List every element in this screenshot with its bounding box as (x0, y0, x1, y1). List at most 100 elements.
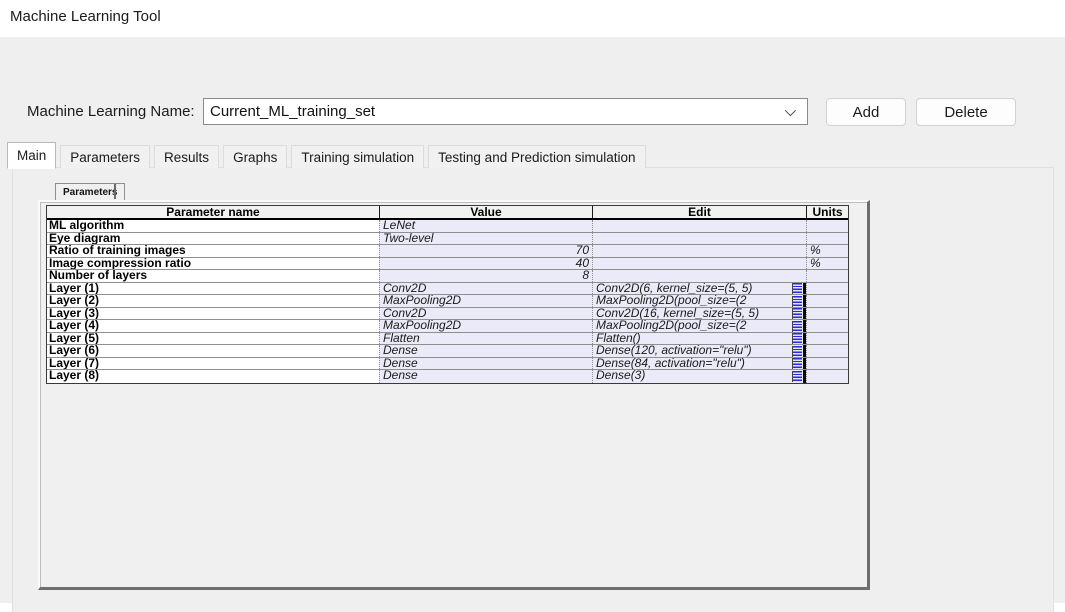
table-row[interactable]: ML algorithmLeNet (47, 220, 848, 233)
param-name-cell: Layer (8) (47, 370, 379, 383)
ml-name-label: Machine Learning Name: (27, 103, 195, 120)
edit-list-icon[interactable] (792, 371, 802, 382)
edit-list-icon[interactable] (792, 321, 802, 332)
table-row[interactable]: Layer (5)Flatten Flatten() (47, 333, 848, 346)
param-edit-cell[interactable] (592, 245, 806, 257)
param-value-cell[interactable]: Two-level (379, 233, 592, 245)
window-title: Machine Learning Tool (10, 8, 161, 25)
table-row[interactable]: Layer (4)MaxPooling2D MaxPooling2D(pool_s… (47, 320, 848, 333)
ml-name-value: Current_ML_training_set (210, 103, 375, 120)
param-units-cell (806, 333, 848, 345)
table-row[interactable]: Number of layers8 (47, 270, 848, 283)
param-name-cell: ML algorithm (47, 220, 379, 232)
param-edit-text: Dense(120, activation="relu") (596, 345, 752, 357)
edit-list-icon[interactable] (792, 346, 802, 357)
param-value-cell[interactable]: Conv2D (379, 283, 592, 295)
param-name-cell: Layer (2) (47, 295, 379, 307)
param-name-cell: Layer (3) (47, 308, 379, 320)
param-edit-cell[interactable]: Conv2D(16, kernel_size=(5, 5) (592, 308, 806, 320)
edit-list-icon[interactable] (792, 333, 802, 344)
param-value-cell[interactable]: 8 (379, 270, 592, 282)
param-name-cell: Layer (7) (47, 358, 379, 370)
table-row[interactable]: Layer (7)Dense Dense(84, activation="relu… (47, 358, 848, 371)
param-value-cell[interactable]: 40 (379, 258, 592, 270)
chevron-down-icon[interactable] (785, 105, 796, 116)
param-units-cell (806, 358, 848, 370)
param-value-cell[interactable]: Dense (379, 370, 592, 383)
param-value-cell[interactable]: Dense (379, 358, 592, 370)
param-units-cell (806, 345, 848, 357)
column-header-units[interactable]: Units (806, 206, 848, 218)
edit-list-icon[interactable] (792, 296, 802, 307)
tab-testing-prediction-simulation[interactable]: Testing and Prediction simulation (428, 145, 645, 168)
column-header-edit[interactable]: Edit (592, 206, 806, 218)
param-name-cell: Eye diagram (47, 233, 379, 245)
tab-main[interactable]: Main (7, 142, 56, 169)
param-edit-cell[interactable]: Dense(3) (592, 370, 806, 383)
param-value-cell[interactable]: Flatten (379, 333, 592, 345)
param-edit-cell[interactable]: Dense(120, activation="relu") (592, 345, 806, 357)
tab-results[interactable]: Results (154, 145, 219, 168)
param-name-cell: Layer (4) (47, 320, 379, 332)
tab-parameters[interactable]: Parameters (60, 145, 150, 168)
parameter-table-header: Parameter name Value Edit Units (47, 206, 848, 220)
param-value-cell[interactable]: 70 (379, 245, 592, 257)
parameter-table-body: ML algorithmLeNetEye diagramTwo-levelRat… (47, 220, 848, 383)
window-body: Machine Learning Name: Current_ML_traini… (0, 37, 1065, 603)
table-row[interactable]: Layer (3)Conv2DConv2D(16, kernel_size=(5… (47, 308, 848, 321)
param-value-cell[interactable]: Dense (379, 345, 592, 357)
param-edit-cell[interactable]: MaxPooling2D(pool_size=(2 (592, 320, 806, 332)
param-edit-cell[interactable]: Flatten() (592, 333, 806, 345)
param-units-cell: % (806, 245, 848, 257)
param-name-cell: Layer (1) (47, 283, 379, 295)
param-units-cell (806, 283, 848, 295)
param-edit-cell[interactable] (592, 270, 806, 282)
edit-list-icon[interactable] (792, 308, 802, 319)
param-units-cell (806, 320, 848, 332)
param-edit-text: MaxPooling2D(pool_size=(2 (596, 295, 746, 307)
tab-training-simulation[interactable]: Training simulation (291, 145, 424, 168)
inner-tab-divider (114, 184, 116, 199)
param-value-cell[interactable]: Conv2D (379, 308, 592, 320)
edit-list-icon[interactable] (792, 358, 802, 369)
param-edit-text: Dense(84, activation="relu") (596, 358, 745, 370)
param-edit-cell[interactable] (592, 220, 806, 232)
param-name-cell: Layer (5) (47, 333, 379, 345)
table-row[interactable]: Layer (8)DenseDense(3) (47, 370, 848, 383)
table-row[interactable]: Eye diagramTwo-level (47, 233, 848, 246)
param-units-cell (806, 270, 848, 282)
param-edit-text: MaxPooling2D(pool_size=(2 (596, 320, 746, 332)
param-edit-text: Flatten() (596, 333, 641, 345)
param-units-cell (806, 233, 848, 245)
column-header-value[interactable]: Value (379, 206, 592, 218)
edit-list-icon[interactable] (792, 283, 802, 294)
column-header-parameter-name[interactable]: Parameter name (47, 206, 379, 218)
table-row[interactable]: Layer (2)MaxPooling2D MaxPooling2D(pool_s… (47, 295, 848, 308)
table-row[interactable]: Layer (6)Dense Dense(120, activation="rel… (47, 345, 848, 358)
param-value-cell[interactable]: MaxPooling2D (379, 320, 592, 332)
param-edit-cell[interactable]: Dense(84, activation="relu") (592, 358, 806, 370)
param-edit-cell[interactable] (592, 258, 806, 270)
param-edit-text: Conv2D(6, kernel_size=(5, 5) (596, 283, 752, 295)
param-value-cell[interactable]: MaxPooling2D (379, 295, 592, 307)
param-units-cell (806, 308, 848, 320)
param-name-cell: Image compression ratio (47, 258, 379, 270)
add-button[interactable]: Add (826, 98, 906, 126)
param-value-cell[interactable]: LeNet (379, 220, 592, 232)
table-row[interactable]: Image compression ratio40% (47, 258, 848, 271)
param-name-cell: Ratio of training images (47, 245, 379, 257)
table-row[interactable]: Ratio of training images70% (47, 245, 848, 258)
machine-learning-tool-window: Machine Learning Tool Machine Learning N… (0, 0, 1065, 612)
ml-name-combobox[interactable]: Current_ML_training_set (203, 98, 808, 125)
param-edit-cell[interactable] (592, 233, 806, 245)
param-name-cell: Number of layers (47, 270, 379, 282)
main-tabbar: Main Parameters Results Graphs Training … (7, 141, 650, 168)
title-bar: Machine Learning Tool (0, 0, 1065, 37)
param-edit-cell[interactable]: Conv2D(6, kernel_size=(5, 5) (592, 283, 806, 295)
param-units-cell: % (806, 258, 848, 270)
param-name-cell: Layer (6) (47, 345, 379, 357)
table-row[interactable]: Layer (1)Conv2D Conv2D(6, kernel_size=(5,… (47, 283, 848, 296)
delete-button[interactable]: Delete (916, 98, 1016, 126)
param-edit-cell[interactable]: MaxPooling2D(pool_size=(2 (592, 295, 806, 307)
tab-graphs[interactable]: Graphs (223, 145, 287, 168)
